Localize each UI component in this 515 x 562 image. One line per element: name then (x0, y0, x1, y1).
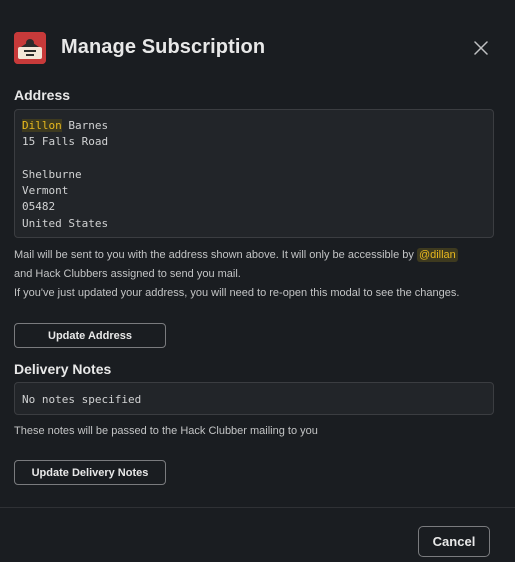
modal-title: Manage Subscription (61, 36, 266, 58)
cancel-button[interactable]: Cancel (418, 526, 490, 557)
first-name-highlight: Dillon (22, 119, 62, 132)
delivery-notes-box: No notes specified (14, 382, 494, 415)
manage-subscription-modal: Manage Subscription Address Dillon Barne… (0, 0, 515, 562)
close-button[interactable] (470, 37, 492, 59)
update-delivery-notes-button[interactable]: Update Delivery Notes (14, 460, 166, 485)
address-line: United States (22, 216, 109, 230)
close-icon[interactable] (474, 41, 488, 55)
hack-club-flag-icon (14, 31, 46, 64)
address-name-line: Dillon Barnes (22, 118, 486, 134)
user-mention[interactable]: @dillan (416, 248, 458, 262)
update-address-button[interactable]: Update Address (14, 323, 166, 348)
address-label: Address (14, 87, 71, 103)
address-info-before: Mail will be sent to you with the addres… (14, 249, 417, 261)
address-info-after: and Hack Clubbers assigned to send you m… (14, 268, 241, 280)
delivery-notes-label: Delivery Notes (14, 361, 112, 377)
address-line: 15 Falls Road (22, 135, 109, 149)
reopen-note: If you've just updated your address, you… (14, 287, 460, 299)
address-line: Vermont (22, 184, 69, 198)
address-line: Shelburne (22, 167, 82, 181)
address-box: Dillon Barnes 15 Falls Road Shelburne Ve… (14, 109, 494, 238)
footer-divider (0, 507, 515, 508)
delivery-notes-info: These notes will be passed to the Hack C… (14, 425, 318, 437)
address-line: 05482 (22, 200, 56, 214)
address-info-text: Mail will be sent to you with the addres… (14, 246, 499, 303)
last-name: Barnes (61, 119, 109, 132)
address-line (22, 151, 486, 167)
modal-header: Manage Subscription (14, 31, 265, 64)
